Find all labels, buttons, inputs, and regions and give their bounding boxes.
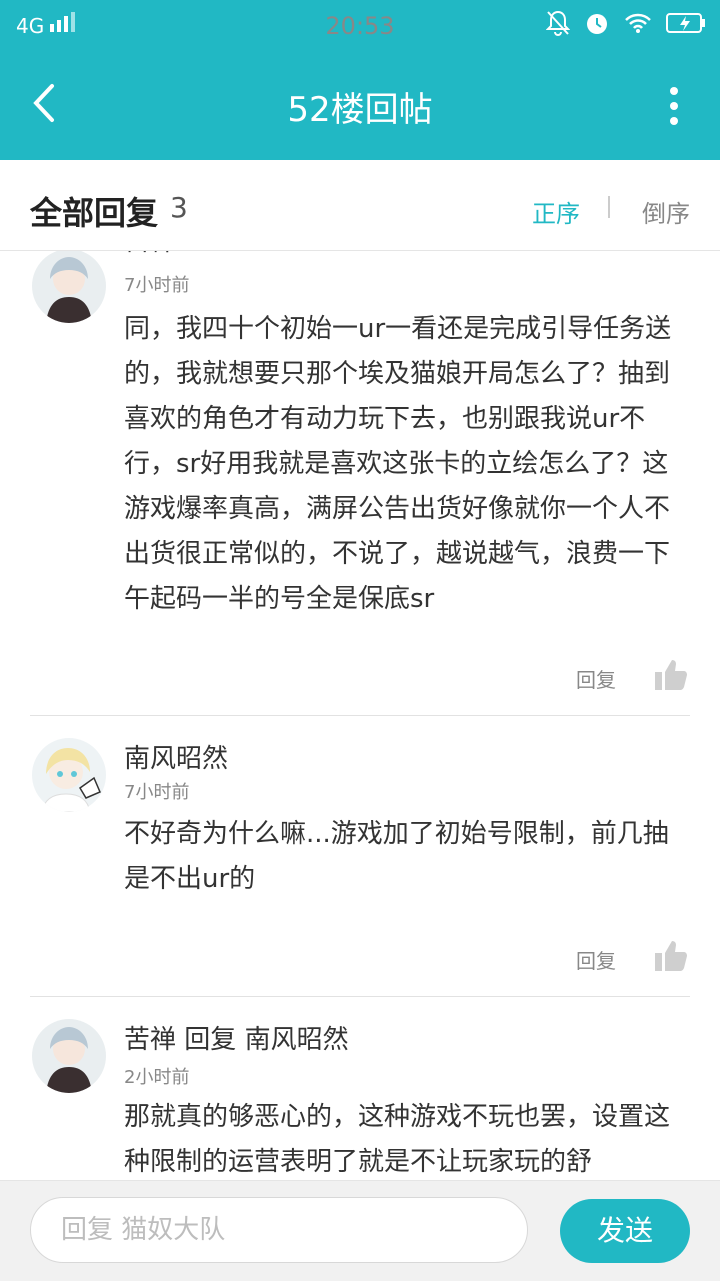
reply-time: 7小时前 <box>124 782 190 803</box>
reply-username[interactable]: 南风昭然 <box>124 738 228 775</box>
send-button[interactable]: 发送 <box>560 1199 690 1263</box>
bottom-reply-bar: 发送 <box>0 1180 720 1281</box>
status-bar: 4G 20:53 <box>0 0 720 50</box>
reply-header-line: 苦禅 回复 南风昭然 <box>124 1019 349 1056</box>
reply-content: 那就真的够恶心的，这种游戏不玩也罢，设置这种限制的运营表明了就是不让玩家玩的舒 <box>124 1102 671 1177</box>
nav-bar: 52楼回帖 <box>0 50 720 160</box>
reply-button[interactable]: 回复 <box>576 664 616 693</box>
replies-title: 全部回复 <box>30 194 159 232</box>
replies-count: 3 <box>170 191 188 224</box>
reply-content: 不好奇为什么嘛...游戏加了初始号限制，前几抽是不出ur的 <box>124 819 669 894</box>
avatar[interactable] <box>32 1019 106 1093</box>
reply-username[interactable]: 苦禅 <box>124 251 176 258</box>
status-icons <box>546 10 706 36</box>
sort-descending-tab[interactable]: 倒序 <box>642 194 690 229</box>
reply-time: 7小时前 <box>124 275 190 296</box>
reply-divider <box>30 715 690 716</box>
mute-bell-icon <box>546 10 570 36</box>
sort-divider <box>608 196 610 218</box>
like-icon[interactable] <box>654 939 688 973</box>
reply-list[interactable]: 苦禅 7小时前 同，我四十个初始一ur一看还是完成引导任务送的，我就想要只那个埃… <box>0 251 720 1180</box>
replies-header: 全部回复 3 正序 倒序 <box>0 160 720 251</box>
more-options-button[interactable] <box>668 86 680 126</box>
reply-divider <box>30 996 690 997</box>
reply-username[interactable]: 苦禅 <box>124 1025 176 1055</box>
alarm-icon <box>587 14 607 34</box>
reply-content: 同，我四十个初始一ur一看还是完成引导任务送的，我就想要只那个埃及猫娘开局怎么了… <box>124 314 672 614</box>
reply-button[interactable]: 回复 <box>576 945 616 974</box>
top-bar: 4G 20:53 52楼回帖 <box>0 0 720 160</box>
page-title: 52楼回帖 <box>287 90 433 130</box>
wifi-icon <box>625 13 651 33</box>
sort-ascending-tab[interactable]: 正序 <box>532 194 580 229</box>
avatar[interactable] <box>32 738 106 812</box>
reply-to-label: 回复 <box>184 1025 237 1055</box>
reply-time: 2小时前 <box>124 1067 190 1088</box>
like-icon[interactable] <box>654 658 688 692</box>
avatar[interactable] <box>32 251 106 323</box>
battery-charging-icon <box>666 13 705 33</box>
reply-input[interactable] <box>30 1197 528 1263</box>
reply-to-username[interactable]: 南风昭然 <box>245 1025 349 1055</box>
